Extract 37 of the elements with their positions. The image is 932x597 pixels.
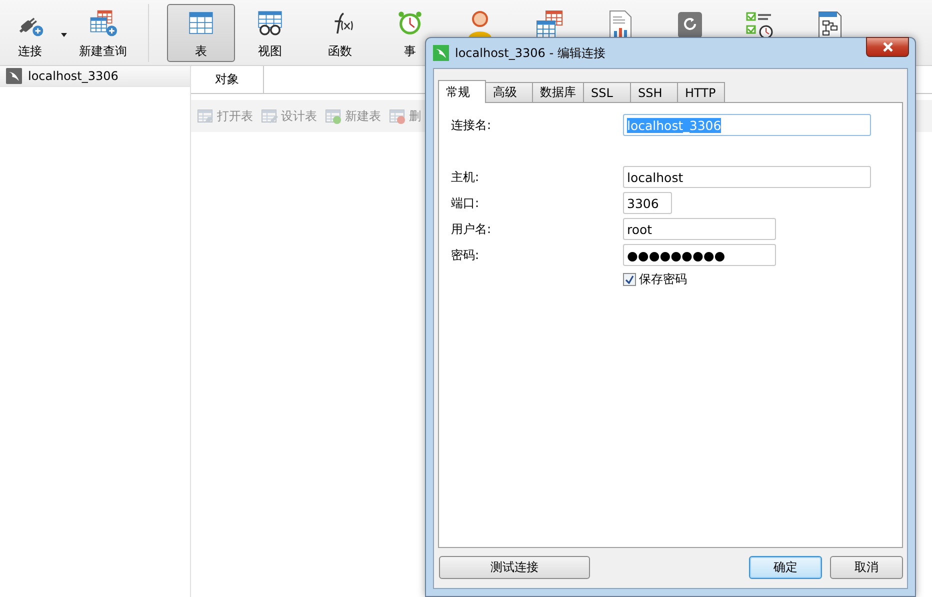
connection-item[interactable]: localhost_3306: [0, 66, 190, 87]
toolbar-button[interactable]: 新建查询: [68, 4, 138, 62]
dolphin-icon: [6, 68, 22, 84]
tab[interactable]: SSL: [583, 82, 631, 102]
tab[interactable]: SSH: [630, 82, 678, 102]
window-title: localhost_3306 - 编辑连接: [455, 44, 606, 62]
field-label: 连接名:: [451, 116, 492, 134]
dialog-button[interactable]: 确定: [749, 556, 822, 579]
field-label: 用户名:: [451, 220, 492, 238]
delete-table-icon: [389, 108, 406, 124]
toolbar-button[interactable]: 函数: [305, 4, 375, 62]
dialog-button[interactable]: 测试连接: [439, 556, 590, 579]
dolphin-icon: [433, 45, 449, 61]
input-field[interactable]: ●●●●●●●●●: [623, 244, 776, 266]
field-label: 密码:: [451, 246, 480, 264]
check-icon: [625, 274, 634, 284]
toolbar-button[interactable]: 连接: [0, 4, 60, 62]
caret-icon[interactable]: [60, 32, 68, 38]
tab[interactable]: 常规: [438, 80, 486, 103]
field-label: 主机:: [451, 168, 480, 186]
input-field[interactable]: localhost: [623, 166, 871, 188]
open-table-icon: [197, 108, 214, 124]
tab[interactable]: 高级: [485, 82, 533, 102]
close-icon: [882, 42, 894, 52]
tab[interactable]: 数据库: [532, 82, 584, 102]
field-label: 端口:: [451, 194, 480, 212]
input-field[interactable]: 3306: [623, 192, 672, 214]
toolbar-button[interactable]: 表: [167, 4, 235, 62]
dialog-button[interactable]: 取消: [830, 556, 903, 579]
new-table-icon: [325, 108, 342, 124]
checkbox-label: 保存密码: [639, 270, 687, 288]
input-field[interactable]: root: [623, 218, 776, 240]
toolbar-button[interactable]: 视图: [235, 4, 305, 62]
checkbox[interactable]: [623, 272, 636, 286]
close-button[interactable]: [866, 37, 909, 57]
design-table-icon: [261, 108, 278, 124]
tab[interactable]: HTTP: [677, 82, 725, 102]
